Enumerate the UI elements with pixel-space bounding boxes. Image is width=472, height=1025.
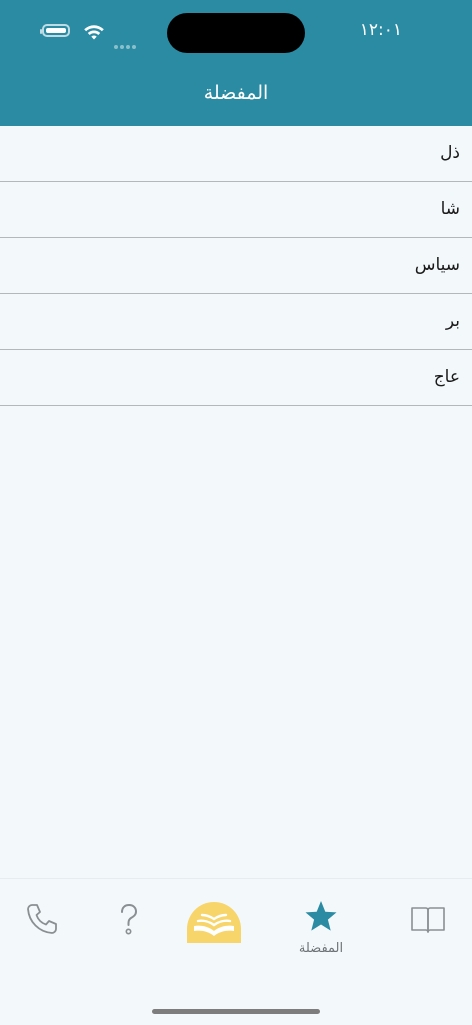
list-item[interactable]: شا (0, 182, 472, 238)
status-time: ١٢:٠١ (359, 20, 402, 40)
list-item-label: عاج (433, 367, 460, 387)
tab-favorites-label: المفضلة (298, 941, 344, 956)
list-item-label: شا (440, 199, 460, 219)
header-bar: ١٢:٠١ المفضلة (0, 0, 472, 126)
status-icons (40, 22, 142, 49)
home-indicator (152, 1009, 320, 1014)
battery-icon (40, 24, 70, 37)
tab-dictionary[interactable] (388, 899, 468, 979)
tab-phone[interactable] (2, 899, 82, 979)
wifi-icon (84, 25, 104, 40)
list-item-label: بر (445, 311, 460, 331)
list-item[interactable]: بر (0, 294, 472, 350)
tab-home[interactable] (174, 899, 254, 979)
book-logo-icon (187, 902, 241, 943)
open-book-icon (411, 907, 445, 933)
list-item[interactable]: سياس (0, 238, 472, 294)
tab-favorites[interactable]: المفضلة (281, 899, 361, 979)
list-item-label: سياس (414, 255, 460, 275)
cellular-signal-icon (114, 34, 140, 49)
list-item[interactable]: عاج (0, 350, 472, 406)
page-title: المفضلة (203, 82, 269, 104)
phone-icon (27, 904, 57, 934)
question-icon (121, 903, 138, 935)
list-item[interactable]: ذل (0, 126, 472, 182)
dynamic-island (167, 13, 305, 53)
list-item-label: ذل (440, 143, 460, 163)
star-icon (305, 901, 337, 931)
tab-help[interactable] (88, 899, 168, 979)
favorites-list: ذل شا سياس بر عاج (0, 126, 472, 406)
tab-bar: المفضلة (0, 878, 472, 1025)
